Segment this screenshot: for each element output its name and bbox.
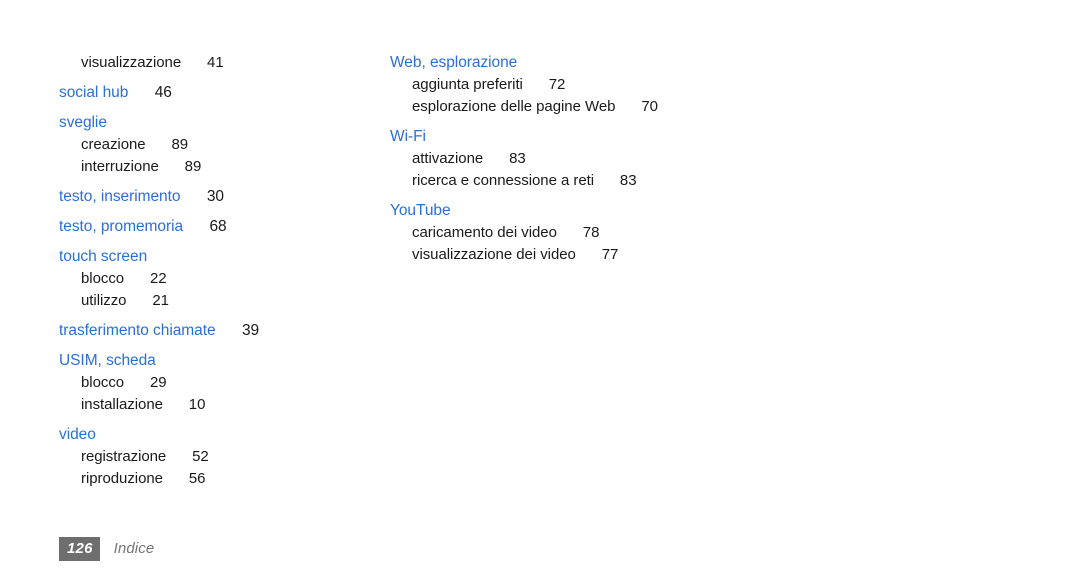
index-subentry-label: creazione	[81, 136, 146, 153]
index-subentry-label: attivazione	[412, 150, 484, 167]
index-subentry-label: installazione	[81, 396, 163, 413]
index-entry-trasferimento-chiamate[interactable]: trasferimento chiamate 39	[59, 320, 379, 342]
index-column-left: visualizzazione 41 social hub 46 sveglie cr…	[59, 52, 379, 490]
index-entry-label: trasferimento chiamate	[59, 322, 216, 339]
index-entry-group: sveglie creazione 89 interruzione 89	[59, 112, 379, 178]
index-entry-web-esplorazione[interactable]: Web, esplorazione	[390, 52, 720, 74]
index-subentry-page-number: 77	[586, 246, 619, 263]
index-entry-label: testo, inserimento	[59, 188, 181, 205]
index-entry-label: sveglie	[59, 114, 107, 131]
index-subentry-label: blocco	[81, 374, 125, 391]
index-entry-video[interactable]: video	[59, 424, 379, 446]
page-number-badge: 126	[59, 537, 100, 561]
index-entry-group: video registrazione 52 riproduzione 56	[59, 424, 379, 490]
index-subentry-label: riproduzione	[81, 470, 163, 487]
index-subentry-blocco[interactable]: blocco 22	[59, 268, 379, 290]
index-entry-label: USIM, scheda	[59, 352, 156, 369]
index-entry-page-number: 30	[191, 188, 224, 205]
index-subentry-label: utilizzo	[81, 292, 127, 309]
index-subentry-page-number: 78	[567, 224, 600, 241]
index-subentry-visualizzazione-dei-video[interactable]: visualizzazione dei video 77	[390, 244, 720, 266]
index-entry-group: social hub 46	[59, 82, 379, 104]
index-entry-group: Web, esplorazione aggiunta preferiti 72 es…	[390, 52, 720, 118]
index-entry-page-number: 68	[194, 218, 227, 235]
index-subentry-page-number: 70	[626, 98, 658, 115]
index-subentry-riproduzione[interactable]: riproduzione 56	[59, 468, 379, 490]
index-subentry-attivazione[interactable]: attivazione 83	[390, 148, 720, 170]
index-subentry-installazione[interactable]: installazione 10	[59, 394, 379, 416]
footer-section-label: Indice	[113, 540, 155, 557]
index-subentry-aggiunta-preferiti[interactable]: aggiunta preferiti 72	[390, 74, 720, 96]
index-subentry-page-number: 10	[173, 396, 206, 413]
index-subentry-interruzione[interactable]: interruzione 89	[59, 156, 379, 178]
index-column-right: Web, esplorazione aggiunta preferiti 72 es…	[390, 52, 720, 266]
index-entry-label: Wi-Fi	[390, 128, 426, 145]
index-subentry-label: ricerca e connessione a reti	[412, 172, 595, 189]
index-entry-sveglie[interactable]: sveglie	[59, 112, 379, 134]
index-subentry-label: registrazione	[81, 448, 167, 465]
index-subentry-registrazione[interactable]: registrazione 52	[59, 446, 379, 468]
index-entry-label: social hub	[59, 84, 129, 101]
index-entry-testo-promemoria[interactable]: testo, promemoria 68	[59, 216, 379, 238]
index-subentry-label: aggiunta preferiti	[412, 76, 523, 93]
index-subentry-page-number: 83	[605, 172, 637, 189]
index-subentry-label: caricamento dei video	[412, 224, 557, 241]
index-entry-group: USIM, scheda blocco 29 installazione 10	[59, 350, 379, 416]
index-entry-label: touch screen	[59, 248, 148, 265]
index-entry-touch-screen[interactable]: touch screen	[59, 246, 379, 268]
index-subentry-label: esplorazione delle pagine Web	[412, 98, 616, 115]
index-entry-page-number: 46	[139, 84, 172, 101]
page-footer: 126 Indice	[59, 537, 154, 561]
index-subentry-visualizzazione[interactable]: visualizzazione 41	[59, 52, 379, 74]
index-entry-label: Web, esplorazione	[390, 54, 518, 71]
index-subentry-page-number: 29	[135, 374, 167, 391]
index-subentry-label: visualizzazione dei video	[412, 246, 576, 263]
index-entry-label: video	[59, 426, 96, 443]
index-entry-group: Wi-Fi attivazione 83 ricerca e connessione…	[390, 126, 720, 192]
index-subentry-page-number: 72	[533, 76, 566, 93]
index-page: visualizzazione 41 social hub 46 sveglie cr…	[0, 0, 1080, 586]
index-entry-page-number: 39	[226, 322, 260, 339]
index-entry-label: testo, promemoria	[59, 218, 184, 235]
index-subentry-page-number: 21	[137, 292, 169, 309]
index-subentry-blocco[interactable]: blocco 29	[59, 372, 379, 394]
index-entry-testo-inserimento[interactable]: testo, inserimento 30	[59, 186, 379, 208]
index-subentry-page-number: 89	[169, 158, 202, 175]
index-entry-group: YouTube caricamento dei video 78 visualizz…	[390, 200, 720, 266]
index-subentry-label: blocco	[81, 270, 125, 287]
index-entry-group: touch screen blocco 22 utilizzo 21	[59, 246, 379, 312]
index-entry-group: visualizzazione 41	[59, 52, 379, 74]
index-entry-social-hub[interactable]: social hub 46	[59, 82, 379, 104]
index-subentry-page-number: 83	[494, 150, 526, 167]
index-subentry-page-number: 56	[173, 470, 206, 487]
index-subentry-utilizzo[interactable]: utilizzo 21	[59, 290, 379, 312]
index-entry-wi-fi[interactable]: Wi-Fi	[390, 126, 720, 148]
index-entry-group: trasferimento chiamate 39	[59, 320, 379, 342]
index-subentry-creazione[interactable]: creazione 89	[59, 134, 379, 156]
index-subentry-page-number: 22	[135, 270, 167, 287]
index-entry-group: testo, promemoria 68	[59, 216, 379, 238]
index-subentry-page-number: 89	[156, 136, 189, 153]
index-subentry-ricerca-e-connessione-a-reti[interactable]: ricerca e connessione a reti 83	[390, 170, 720, 192]
index-subentry-esplorazione-delle-pagine-web[interactable]: esplorazione delle pagine Web 70	[390, 96, 720, 118]
index-entry-group: testo, inserimento 30	[59, 186, 379, 208]
index-entry-label: YouTube	[390, 202, 451, 219]
index-subentry-page-number: 41	[192, 54, 224, 71]
index-subentry-label: visualizzazione	[81, 54, 182, 71]
index-subentry-label: interruzione	[81, 158, 159, 175]
index-entry-youtube[interactable]: YouTube	[390, 200, 720, 222]
index-entry-usim-scheda[interactable]: USIM, scheda	[59, 350, 379, 372]
index-subentry-page-number: 52	[177, 448, 209, 465]
index-subentry-caricamento-dei-video[interactable]: caricamento dei video 78	[390, 222, 720, 244]
